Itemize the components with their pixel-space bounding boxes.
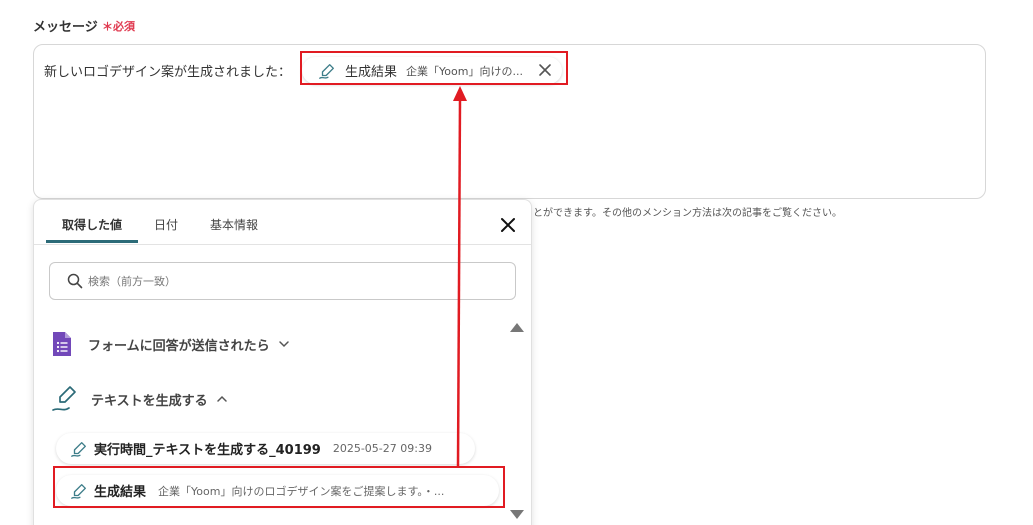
close-icon[interactable] [499,216,517,234]
highlight-box-chip [300,51,568,85]
search-input[interactable] [88,274,468,288]
value-item-label: 実行時間_テキストを生成する_40199 [94,443,321,458]
mention-help-text: とができます。その他のメンション方法は次の記事をご覧ください。 [533,208,842,219]
value-item-execution-time[interactable]: 実行時間_テキストを生成する_40199 企業「Yoom」向けのロゴデザイン案を… [56,433,475,464]
search-icon [67,273,83,289]
active-tab-indicator [46,240,138,243]
group-generate-text[interactable]: テキストを生成する [51,385,228,413]
tab-date[interactable]: 日付 [154,216,178,233]
tab-acquired-values[interactable]: 取得した値 [62,216,122,233]
ai-pen-icon [71,441,86,457]
tab-basic-info[interactable]: 基本情報 [210,216,258,233]
google-forms-icon [53,332,71,356]
message-text: 新しいロゴデザイン案が生成されました： [44,65,292,80]
highlight-box-item [53,466,505,508]
chevron-down-icon [278,341,289,348]
panel-tabs: 取得した値 日付 基本情報 [34,200,531,245]
scroll-up-arrow[interactable] [510,323,524,332]
group-label: フォームに回答が送信されたら [88,338,270,354]
scroll-down-arrow[interactable] [510,510,524,519]
chevron-up-icon [216,395,227,402]
field-label: メッセージ [33,20,98,35]
group-form-submitted[interactable]: フォームに回答が送信されたら [51,331,290,357]
group-label: テキストを生成する [91,393,208,409]
page: メッセージ ＊必須 新しいロゴデザイン案が生成されました： 生成結果 企業「Yo… [0,0,1033,525]
required-badge: ＊必須 [102,20,135,33]
value-item-timestamp: 2025-05-27 09:39 [332,442,432,455]
ai-pen-icon [52,386,76,411]
search-field[interactable] [49,262,516,300]
